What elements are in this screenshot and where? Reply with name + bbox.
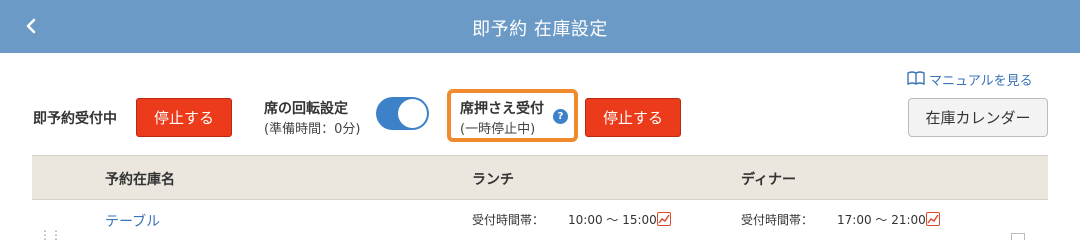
stop-instant-button[interactable]: 停止する bbox=[136, 98, 232, 137]
lunch-time-label: 受付時間帯： bbox=[472, 213, 545, 227]
instant-reservation-status: 即予約受付中 bbox=[33, 111, 117, 127]
app-header: 即予約 在庫設定 bbox=[0, 0, 1080, 53]
table-header: 予約在庫名 ランチ ディナー bbox=[32, 155, 1048, 200]
rotation-label: 席の回転設定 bbox=[264, 101, 348, 117]
toggle-knob bbox=[398, 99, 427, 128]
inventory-name-link[interactable]: テーブル bbox=[105, 211, 160, 231]
rotation-sub: (準備時間：0分) bbox=[264, 122, 361, 137]
dinner-time-value: 17:00 〜 21:00 bbox=[837, 213, 926, 227]
col-name: 予約在庫名 bbox=[105, 172, 175, 188]
stop-hold-button[interactable]: 停止する bbox=[585, 98, 681, 137]
trash-icon[interactable] bbox=[1011, 233, 1025, 240]
dinner-time-label: 受付時間帯： bbox=[741, 213, 814, 227]
rotation-toggle[interactable] bbox=[376, 97, 429, 130]
manual-link[interactable]: マニュアルを見る bbox=[907, 70, 1033, 89]
help-icon[interactable]: ? bbox=[553, 109, 568, 124]
hold-label: 席押さえ受付 bbox=[460, 101, 544, 117]
chart-icon[interactable] bbox=[657, 212, 671, 226]
manual-link-label[interactable]: マニュアルを見る bbox=[929, 70, 1033, 89]
col-lunch: ランチ bbox=[472, 172, 514, 188]
page-title: 即予約 在庫設定 bbox=[472, 19, 608, 40]
inventory-calendar-button[interactable]: 在庫カレンダー bbox=[908, 98, 1048, 137]
hold-sub: (一時停止中) bbox=[460, 122, 536, 137]
book-icon bbox=[907, 70, 925, 89]
chart-icon[interactable] bbox=[926, 212, 940, 226]
col-dinner: ディナー bbox=[741, 172, 797, 188]
lunch-time-value: 10:00 〜 15:00 bbox=[568, 213, 657, 227]
